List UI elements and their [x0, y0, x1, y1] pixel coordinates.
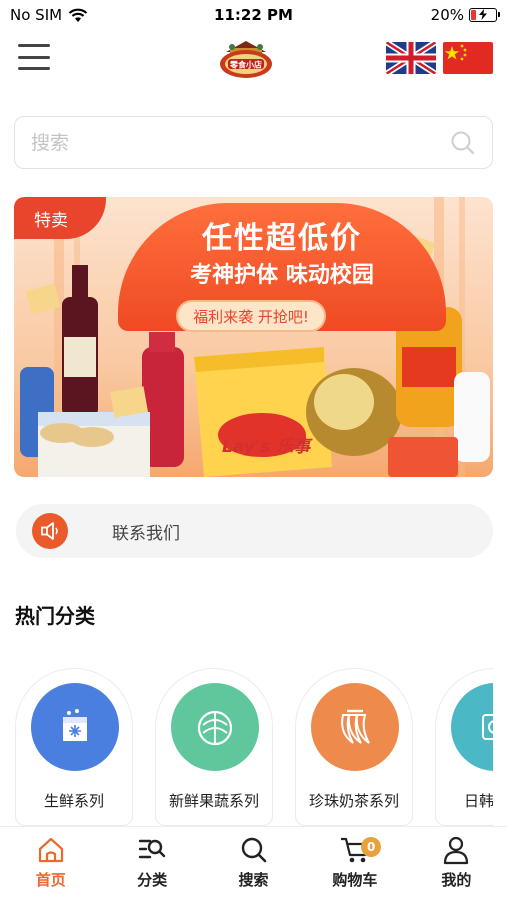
carrier-label: No SIM [10, 6, 63, 24]
category-label: 日韩 [463, 792, 493, 810]
category-icon [138, 839, 166, 859]
menu-line [18, 55, 50, 59]
category-label: 生鲜系列 [43, 792, 104, 810]
search-icon[interactable] [450, 130, 476, 156]
cabbage-icon [171, 683, 259, 771]
tab-search[interactable]: 搜索 [203, 827, 304, 900]
contact-us-label: 联系我们 [112, 523, 180, 544]
menu-line [18, 67, 50, 70]
package-icon [451, 683, 493, 771]
category-card-produce[interactable]: 新鲜果蔬系列 [155, 668, 273, 826]
category-label: 新鲜果蔬系列 [168, 792, 259, 810]
tab-label: 搜索 [238, 871, 269, 889]
status-left: No SIM [10, 6, 88, 24]
hot-categories-title: 热门分类 [15, 604, 95, 628]
category-carousel[interactable]: 生鲜系列 新鲜果蔬系列 珍珠奶茶系列 日韩 [15, 668, 493, 826]
status-right: 20% [430, 6, 500, 24]
profile-icon [444, 836, 469, 865]
banner-brand-mark: Lay's 乐事 [222, 437, 311, 457]
app-header: 零食小店 [0, 34, 507, 84]
search-icon [241, 837, 266, 863]
speaker-icon [32, 513, 68, 549]
tab-home[interactable]: 首页 [0, 827, 101, 900]
svg-text:零食小店: 零食小店 [229, 60, 262, 70]
tab-profile[interactable]: 我的 [406, 827, 507, 900]
bottom-tab-bar: 首页 分类 搜索 0 购物车 我的 [0, 826, 507, 900]
home-icon [38, 837, 63, 863]
banner-subtitle: 考神护体 味动校园 [190, 263, 374, 288]
category-card-milk-tea[interactable]: 珍珠奶茶系列 [295, 668, 413, 826]
banner-cta-pill[interactable]: 福利来袭 开抢吧! [176, 300, 326, 332]
shop-logo-icon[interactable]: 零食小店 [218, 38, 274, 80]
hamburger-menu-button[interactable] [18, 44, 50, 70]
menu-line [18, 44, 50, 47]
tab-label: 我的 [441, 871, 472, 889]
tab-label: 购物车 [332, 871, 378, 889]
category-card-japan-korea[interactable]: 日韩 [435, 668, 493, 826]
banner-title: 任性超低价 [202, 221, 362, 256]
battery-level [471, 10, 477, 20]
status-bar: No SIM 11:22 PM 20% [0, 0, 507, 30]
banana-icon [311, 683, 399, 771]
search-input[interactable] [31, 131, 450, 154]
category-card-fresh[interactable]: 生鲜系列 [15, 668, 133, 826]
china-flag-icon[interactable] [443, 42, 493, 74]
category-label: 珍珠奶茶系列 [308, 792, 399, 810]
charging-bolt-icon [479, 9, 487, 20]
wifi-icon [68, 8, 88, 22]
battery-percent: 20% [430, 6, 464, 24]
uk-flag-icon[interactable] [386, 42, 436, 74]
tab-label: 分类 [137, 871, 168, 889]
cart-count-badge: 0 [361, 837, 382, 857]
tab-cart[interactable]: 0 购物车 [304, 827, 405, 900]
frozen-box-icon [31, 683, 119, 771]
search-bar [14, 116, 493, 169]
contact-us-row[interactable]: 联系我们 [16, 504, 493, 558]
promo-banner[interactable]: 特卖 任性超低价 考神护体 味动校园 福利来袭 开抢吧! Lay's 乐事 [14, 197, 493, 477]
tab-label: 首页 [35, 871, 66, 889]
battery-icon [469, 8, 500, 22]
tab-category[interactable]: 分类 [101, 827, 202, 900]
